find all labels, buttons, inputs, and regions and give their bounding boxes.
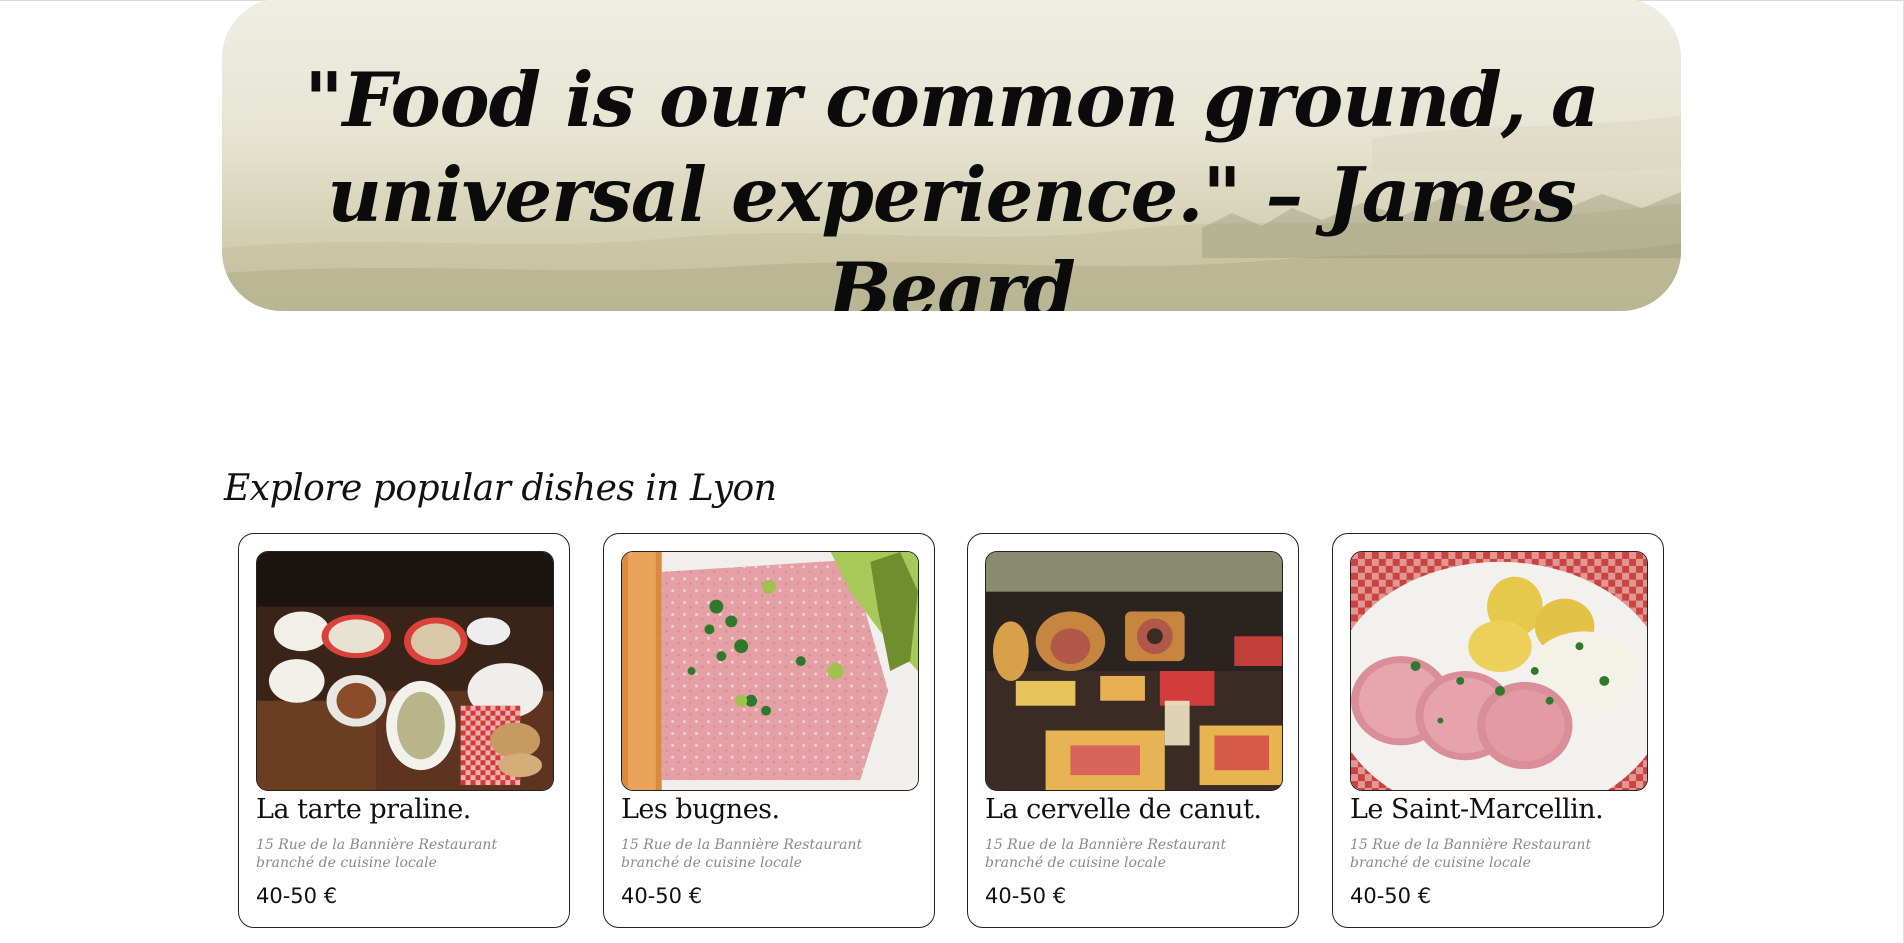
dish-price: 40-50 €: [256, 884, 338, 908]
dish-description: 15 Rue de la Bannière Restaurant branché…: [256, 837, 498, 871]
dish-price: 40-50 €: [621, 884, 703, 908]
quote-line-2: universal experience." – James Beard: [327, 151, 1576, 311]
dish-name[interactable]: La cervelle de canut.: [985, 794, 1262, 825]
dish-image: [1350, 551, 1648, 791]
dish-description: 15 Rue de la Bannière Restaurant branché…: [1350, 837, 1592, 871]
dish-price: 40-50 €: [1350, 884, 1432, 908]
hero-quote: "Food is our common ground, a universal …: [222, 53, 1681, 311]
quote-banner: "Food is our common ground, a universal …: [222, 0, 1681, 311]
dish-card[interactable]: Les bugnes. 15 Rue de la Bannière Restau…: [603, 533, 935, 928]
dish-price: 40-50 €: [985, 884, 1067, 908]
dish-card[interactable]: La tarte praline. 15 Rue de la Bannière …: [238, 533, 570, 928]
dish-name[interactable]: Les bugnes.: [621, 794, 780, 825]
dish-name[interactable]: La tarte praline.: [256, 794, 471, 825]
dish-name[interactable]: Le Saint-Marcellin.: [1350, 794, 1604, 825]
dish-card[interactable]: Le Saint-Marcellin. 15 Rue de la Bannièr…: [1332, 533, 1664, 928]
dish-image: [621, 551, 919, 791]
dish-description: 15 Rue de la Bannière Restaurant branché…: [621, 837, 863, 871]
dish-description: 15 Rue de la Bannière Restaurant branché…: [985, 837, 1227, 871]
quote-line-1: "Food is our common ground, a: [304, 56, 1599, 144]
dish-card[interactable]: La cervelle de canut. 15 Rue de la Banni…: [967, 533, 1299, 928]
dish-image: [985, 551, 1283, 791]
dish-image: [256, 551, 554, 791]
section-title: Explore popular dishes in Lyon: [224, 468, 777, 509]
